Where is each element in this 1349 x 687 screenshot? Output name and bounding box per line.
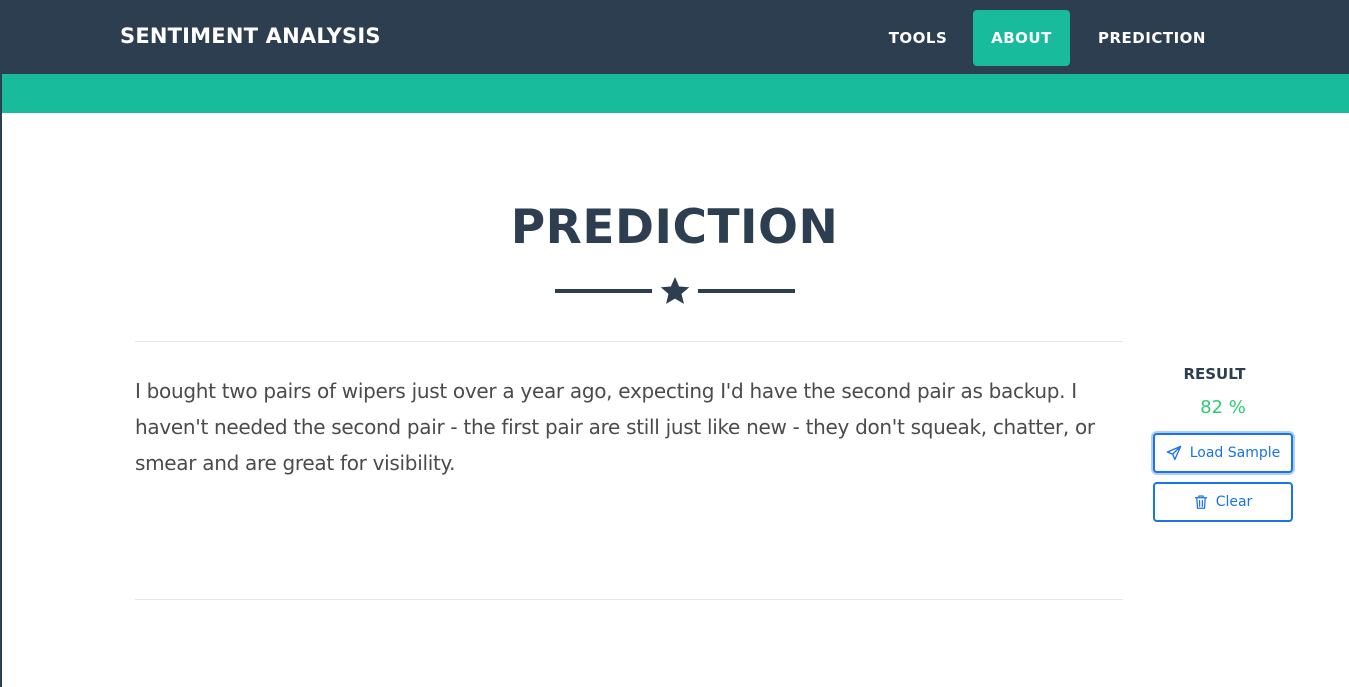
nav-item-tools[interactable]: TOOLS	[878, 10, 958, 66]
paper-plane-icon	[1166, 445, 1182, 461]
load-sample-label: Load Sample	[1189, 445, 1281, 461]
header-band	[2, 74, 1349, 113]
star-icon	[660, 277, 690, 304]
window-edge	[0, 0, 2, 687]
title-divider-right	[698, 289, 795, 293]
content-divider-bottom	[135, 599, 1123, 600]
result-value: 82 %	[1200, 397, 1246, 418]
content-divider-top	[135, 341, 1123, 342]
page: SENTIMENT ANALYSIS TOOLS ABOUT PREDICTIO…	[0, 0, 1349, 687]
load-sample-button[interactable]: Load Sample	[1153, 433, 1293, 473]
result-label: RESULT	[1183, 365, 1246, 383]
nav-item-about[interactable]: ABOUT	[973, 10, 1070, 66]
brand-title[interactable]: SENTIMENT ANALYSIS	[120, 24, 381, 48]
review-text-area[interactable]: I bought two pairs of wipers just over a…	[135, 373, 1125, 588]
title-divider-left	[555, 289, 652, 293]
trash-icon	[1194, 495, 1207, 509]
navbar: SENTIMENT ANALYSIS TOOLS ABOUT PREDICTIO…	[0, 0, 1349, 74]
clear-button[interactable]: Clear	[1153, 482, 1293, 522]
page-title: PREDICTION	[510, 200, 839, 255]
clear-label: Clear	[1215, 494, 1253, 510]
nav-item-prediction[interactable]: PREDICTION	[1082, 10, 1222, 66]
